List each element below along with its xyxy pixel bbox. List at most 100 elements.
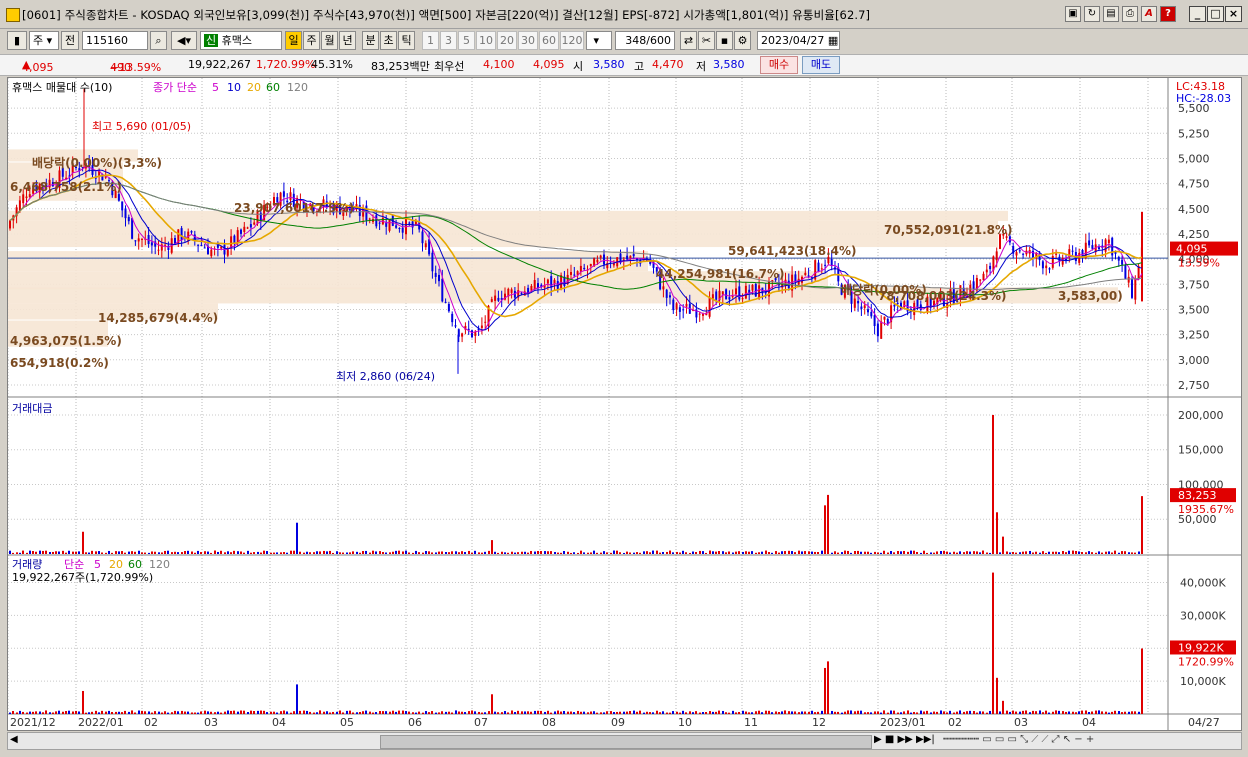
amount-bar bbox=[438, 551, 440, 554]
volume-bar bbox=[748, 712, 750, 714]
playback-controls[interactable]: ▶ ■ ▶▶ ▶▶| bbox=[874, 734, 935, 745]
volume-bar bbox=[174, 710, 176, 714]
volume-bar bbox=[1055, 710, 1057, 714]
tab-tick[interactable]: 틱 bbox=[398, 31, 415, 50]
amount-bar bbox=[900, 551, 902, 554]
volume-bar bbox=[309, 711, 311, 714]
amount-bar bbox=[468, 550, 470, 554]
prev-button[interactable]: 전 bbox=[61, 31, 79, 50]
tab-minute[interactable]: 분 bbox=[362, 31, 379, 50]
amount-bar bbox=[194, 552, 196, 554]
candle-body bbox=[698, 313, 701, 315]
close-button[interactable]: × bbox=[1225, 6, 1242, 22]
print-icon[interactable]: ⎙ bbox=[1122, 6, 1138, 22]
zoom-controls[interactable]: ┅┅┅┅┅┅ ▭ ▭ ▭ ⤡ ⟋ ⟋ ⤢ ↖ − + bbox=[943, 734, 1094, 745]
exchange-icon[interactable]: ⇄ bbox=[680, 31, 697, 50]
candle-body bbox=[197, 244, 200, 246]
code-input[interactable]: 115160 bbox=[82, 31, 148, 50]
amount-bar bbox=[257, 551, 259, 554]
amount-bar bbox=[1002, 536, 1004, 554]
amount-bar bbox=[398, 550, 400, 554]
chart-svg[interactable]: 5,5005,2505,0004,7504,5004,2504,0003,750… bbox=[7, 78, 1241, 730]
amount-bar bbox=[1124, 551, 1126, 554]
count-field[interactable]: 348/600 bbox=[615, 31, 675, 50]
sync-icon[interactable]: ↻ bbox=[1084, 6, 1100, 22]
amount-bar bbox=[161, 552, 163, 554]
x-axis-label: 2023/01 bbox=[880, 716, 926, 729]
amount-bar bbox=[1091, 552, 1093, 554]
font-icon[interactable]: A bbox=[1141, 6, 1157, 22]
scissors-icon[interactable]: ✂ bbox=[698, 31, 715, 50]
chart-scrollbar[interactable]: ◀ ▶ ■ ▶▶ ▶▶| ┅┅┅┅┅┅ ▭ ▭ ▭ ⤡ ⟋ ⟋ ⤢ ↖ − + bbox=[7, 732, 1242, 750]
sell-button[interactable]: 매도 bbox=[802, 56, 840, 74]
volume-profile-label: 654,918(0.2%) bbox=[10, 356, 109, 370]
candle-body bbox=[883, 316, 886, 320]
amount-bar bbox=[554, 551, 556, 554]
interval-3[interactable]: 3 bbox=[440, 31, 457, 50]
volume-bar bbox=[313, 712, 315, 714]
window-icon[interactable]: ▤ bbox=[1103, 6, 1119, 22]
amount-bar bbox=[461, 551, 463, 554]
interval-1[interactable]: 1 bbox=[422, 31, 439, 50]
minimize-button[interactable]: _ bbox=[1189, 6, 1206, 22]
volume-bar bbox=[158, 711, 160, 714]
amount-bar bbox=[808, 551, 810, 554]
search-icon[interactable]: ⌕ bbox=[150, 31, 167, 50]
amount-bar bbox=[857, 550, 859, 554]
scroll-left-arrow[interactable]: ◀ bbox=[10, 734, 18, 745]
tab-month[interactable]: 월 bbox=[321, 31, 338, 50]
volume-bar bbox=[491, 694, 493, 714]
candle-body bbox=[398, 228, 401, 230]
market-select[interactable]: 주 ▾ bbox=[29, 31, 59, 50]
volume-bar bbox=[389, 711, 391, 714]
interval-120[interactable]: 120 bbox=[560, 31, 584, 50]
amount-bar bbox=[567, 551, 569, 554]
candle-body bbox=[817, 262, 820, 272]
save-icon[interactable]: ▪ bbox=[716, 31, 733, 50]
interval-20[interactable]: 20 bbox=[497, 31, 517, 50]
interval-30[interactable]: 30 bbox=[518, 31, 538, 50]
candle-body bbox=[131, 218, 134, 239]
custom-interval-select[interactable]: ▾ bbox=[586, 31, 612, 50]
tab-day[interactable]: 일 bbox=[285, 31, 302, 50]
amount-bar bbox=[824, 505, 826, 554]
interval-60[interactable]: 60 bbox=[539, 31, 559, 50]
buy-button[interactable]: 매수 bbox=[760, 56, 798, 74]
amount-bar bbox=[831, 552, 833, 554]
candle-body bbox=[121, 201, 124, 211]
amount-bar bbox=[167, 550, 169, 554]
volume-bar bbox=[596, 712, 598, 714]
volume-bar bbox=[897, 712, 899, 714]
count-max: /600 bbox=[646, 34, 671, 47]
scroll-thumb[interactable] bbox=[380, 735, 872, 749]
amount-bar bbox=[75, 551, 77, 554]
interval-10[interactable]: 10 bbox=[476, 31, 496, 50]
amount-bar bbox=[68, 550, 70, 554]
quote-bar: 4,095 ▲ 490 +13.59% 19,922,267 1,720.99%… bbox=[0, 54, 1248, 76]
candle-body bbox=[678, 307, 681, 312]
amount-bar bbox=[148, 552, 150, 554]
candle-body bbox=[484, 321, 487, 323]
maximize-button[interactable]: □ bbox=[1207, 6, 1224, 22]
volume-bar bbox=[979, 711, 981, 714]
tab-week[interactable]: 주 bbox=[303, 31, 320, 50]
tab-year[interactable]: 년 bbox=[339, 31, 356, 50]
help-icon[interactable]: ? bbox=[1160, 6, 1176, 22]
settings-icon[interactable]: ⚙ bbox=[734, 31, 751, 50]
tab-second[interactable]: 초 bbox=[380, 31, 397, 50]
date-field[interactable]: 2023/04/27 ▦ bbox=[757, 31, 840, 50]
volume-bar bbox=[953, 712, 955, 714]
interval-5[interactable]: 5 bbox=[458, 31, 475, 50]
speaker-icon[interactable]: ◀▾ bbox=[171, 31, 197, 50]
volume-bar bbox=[570, 711, 572, 714]
volume-bar bbox=[187, 711, 189, 714]
volume-bar bbox=[1078, 711, 1080, 714]
volume-bar bbox=[735, 712, 737, 714]
volume-bar bbox=[303, 710, 305, 714]
volume-bar bbox=[636, 711, 638, 714]
link-icon[interactable]: ▣ bbox=[1065, 6, 1081, 22]
chart-area[interactable]: 5,500 5,250 5,000 4,750 4,500 4,250 4,000 3,750… bbox=[7, 77, 1242, 731]
candle-body bbox=[857, 301, 860, 304]
name-field[interactable]: 신 휴맥스 bbox=[200, 31, 282, 50]
chart-icon[interactable]: ▮ bbox=[7, 31, 27, 50]
